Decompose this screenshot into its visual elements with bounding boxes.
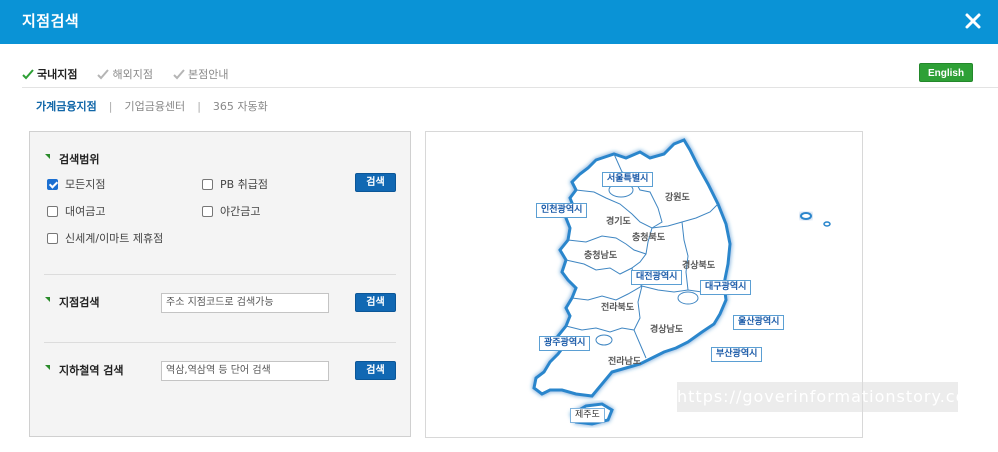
subway-search-title: 지하철역 검색 xyxy=(45,362,124,378)
tab-365-atm[interactable]: 365 자동화 xyxy=(213,98,268,114)
city-daejeon[interactable]: 대전광역시 xyxy=(631,270,683,285)
tab-separator: | xyxy=(108,99,113,113)
search-range-button[interactable]: 검색 xyxy=(355,173,396,192)
province-gangwon[interactable]: 강원도 xyxy=(665,190,690,203)
tab-label: 해외지점 xyxy=(112,68,153,81)
checkbox[interactable] xyxy=(202,205,213,217)
watermark-text: https://goverinformationstory.com xyxy=(677,382,982,412)
province-jeonbuk[interactable]: 전라북도 xyxy=(601,300,634,313)
province-gyeongnam[interactable]: 경상남도 xyxy=(650,322,683,335)
checkbox[interactable] xyxy=(47,205,58,217)
city-jeju[interactable]: 제주도 xyxy=(570,408,605,423)
english-button[interactable]: English xyxy=(919,63,973,82)
tab-label: 국내지점 xyxy=(37,68,78,81)
branch-search-input[interactable]: 주소 지점코드로 검색가능 xyxy=(161,293,329,313)
corner-mark-icon xyxy=(45,153,50,159)
checkbox[interactable] xyxy=(47,178,58,190)
divider xyxy=(44,274,396,275)
search-panel: 검색범위 모든지점 PB 취급점 대여금고 야간금고 신세계/이마트 제휴점 검… xyxy=(29,131,411,437)
subway-search-button[interactable]: 검색 xyxy=(355,361,396,380)
check-icon xyxy=(22,68,34,79)
province-jeonnam[interactable]: 전라남도 xyxy=(608,354,641,367)
top-tabs: 국내지점 해외지점 본점안내 xyxy=(22,64,248,84)
search-range-title: 검색범위 xyxy=(45,151,99,167)
city-gwangju[interactable]: 광주광역시 xyxy=(539,336,591,351)
option-safe-deposit[interactable]: 대여금고 xyxy=(47,203,105,219)
checkbox[interactable] xyxy=(202,178,213,190)
city-ulsan[interactable]: 울산광역시 xyxy=(733,315,785,330)
tab-separator: | xyxy=(197,99,201,113)
tab-headquarters[interactable]: 본점안내 xyxy=(173,66,228,82)
tab-personal-banking[interactable]: 가계금융지점 xyxy=(36,98,97,114)
city-daegu[interactable]: 대구광역시 xyxy=(700,280,752,295)
option-all-branches[interactable]: 모든지점 xyxy=(47,176,105,192)
city-busan[interactable]: 부산광역시 xyxy=(711,347,763,362)
check-icon xyxy=(173,68,185,79)
province-chungnam[interactable]: 충청남도 xyxy=(584,248,617,261)
check-icon xyxy=(97,68,110,79)
close-icon[interactable] xyxy=(960,8,986,34)
branch-search-button[interactable]: 검색 xyxy=(355,293,396,312)
divider xyxy=(22,87,998,88)
city-incheon[interactable]: 인천광역시 xyxy=(536,203,588,218)
city-seoul[interactable]: 서울특별시 xyxy=(602,172,654,187)
province-gyeongbuk[interactable]: 경상북도 xyxy=(682,258,715,271)
sub-tabs: 가계금융지점 | 기업금융센터 | 365 자동화 xyxy=(36,98,268,114)
tab-corporate-banking[interactable]: 기업금융센터 xyxy=(124,98,185,114)
option-shinsegae-emart[interactable]: 신세계/이마트 제휴점 xyxy=(47,230,163,246)
branch-search-title: 지점검색 xyxy=(45,294,99,310)
province-gyeonggi[interactable]: 경기도 xyxy=(606,214,631,227)
corner-mark-icon xyxy=(45,364,50,370)
subway-search-input[interactable]: 역삼,역삼역 등 단어 검색 xyxy=(161,361,329,381)
tab-domestic-branch[interactable]: 국내지점 xyxy=(22,66,77,82)
divider xyxy=(44,342,396,343)
title-bar: 지점검색 xyxy=(0,0,998,44)
checkbox[interactable] xyxy=(47,232,58,244)
tab-overseas-branch[interactable]: 해외지점 xyxy=(97,66,153,82)
option-night-safe[interactable]: 야간금고 xyxy=(202,203,260,219)
option-pb-branches[interactable]: PB 취급점 xyxy=(202,176,268,192)
province-chungbuk[interactable]: 충청북도 xyxy=(632,230,665,243)
tab-label: 본점안내 xyxy=(187,68,229,81)
window-title: 지점검색 xyxy=(22,12,80,30)
corner-mark-icon xyxy=(45,296,50,302)
